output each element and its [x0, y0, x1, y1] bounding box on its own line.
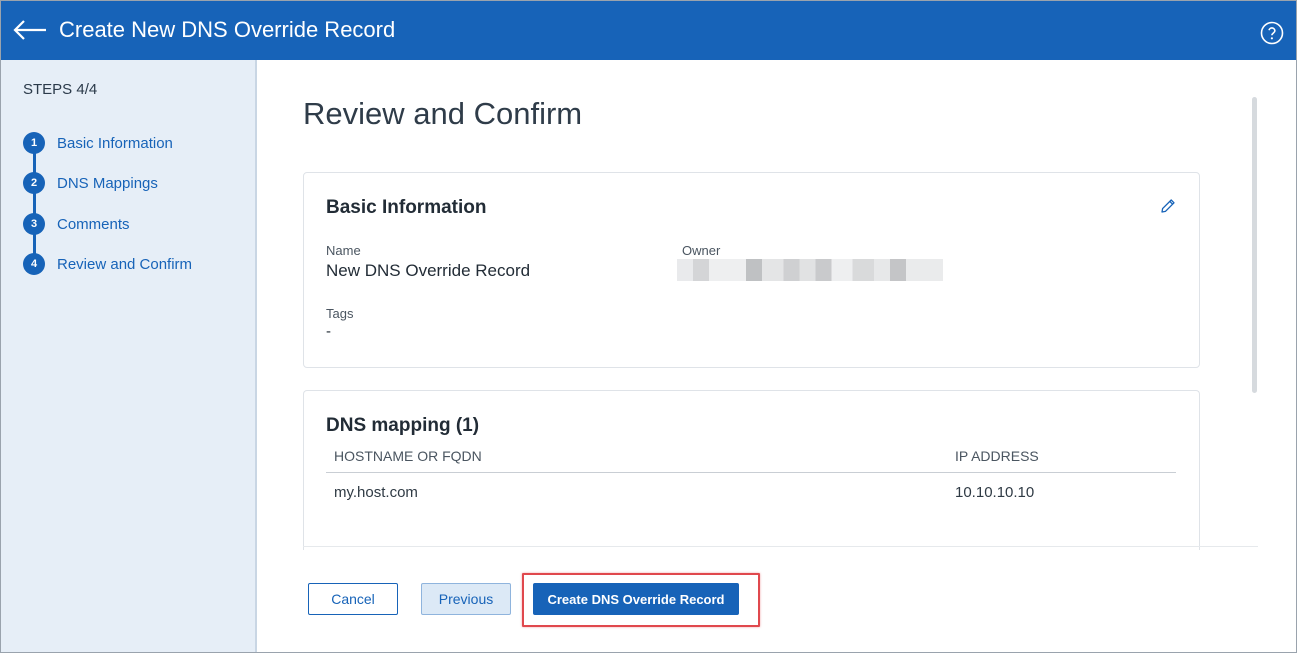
dns-mapping-card: DNS mapping (1) HOSTNAME OR FQDN IP ADDR… — [303, 390, 1200, 550]
step-number: 3 — [23, 213, 45, 235]
owner-value-redacted — [677, 259, 943, 281]
dialog-window: Create New DNS Override Record STEPS 4/4… — [0, 0, 1297, 653]
step-number: 2 — [23, 172, 45, 194]
tags-value: - — [326, 323, 331, 340]
step-basic-information[interactable]: 1 Basic Information — [23, 132, 173, 154]
steps-sidebar: STEPS 4/4 1 Basic Information 2 DNS Mapp… — [1, 60, 257, 652]
card-title: DNS mapping (1) — [326, 415, 480, 436]
name-label: Name — [326, 243, 361, 258]
step-comments[interactable]: 3 Comments — [23, 213, 130, 235]
step-review-and-confirm[interactable]: 4 Review and Confirm — [23, 253, 192, 275]
main-content: Review and Confirm Basic Information Nam… — [259, 60, 1296, 652]
create-dns-override-record-button[interactable]: Create DNS Override Record — [533, 583, 739, 615]
column-header-hostname: HOSTNAME OR FQDN — [334, 448, 482, 464]
step-label: Comments — [57, 215, 130, 233]
step-number: 1 — [23, 132, 45, 154]
question-circle-icon[interactable] — [1260, 21, 1284, 45]
step-dns-mappings[interactable]: 2 DNS Mappings — [23, 172, 158, 194]
cell-hostname: my.host.com — [334, 484, 418, 501]
cancel-button[interactable]: Cancel — [308, 583, 398, 615]
steps-progress-line — [33, 143, 36, 265]
header-bar: Create New DNS Override Record — [1, 1, 1296, 60]
vertical-scrollbar[interactable] — [1252, 97, 1257, 393]
basic-information-card: Basic Information Name New DNS Override … — [303, 172, 1200, 368]
previous-button[interactable]: Previous — [421, 583, 511, 615]
page-header-title: Create New DNS Override Record — [59, 17, 396, 42]
name-value: New DNS Override Record — [326, 261, 531, 280]
back-arrow-icon[interactable] — [11, 15, 49, 45]
step-label: Basic Information — [57, 134, 173, 152]
column-header-ip-address: IP ADDRESS — [955, 448, 1039, 464]
tags-label: Tags — [326, 306, 354, 321]
card-title: Basic Information — [326, 197, 487, 218]
footer-divider — [303, 546, 1258, 547]
pencil-icon[interactable] — [1159, 197, 1177, 215]
step-label: DNS Mappings — [57, 174, 158, 192]
page-title: Review and Confirm — [303, 96, 583, 131]
owner-label: Owner — [682, 243, 721, 258]
steps-counter: STEPS 4/4 — [23, 81, 98, 98]
step-label: Review and Confirm — [57, 255, 193, 273]
table-header: HOSTNAME OR FQDN IP ADDRESS — [326, 443, 1176, 473]
cell-ip-address: 10.10.10.10 — [955, 484, 1035, 501]
step-number: 4 — [23, 253, 45, 275]
